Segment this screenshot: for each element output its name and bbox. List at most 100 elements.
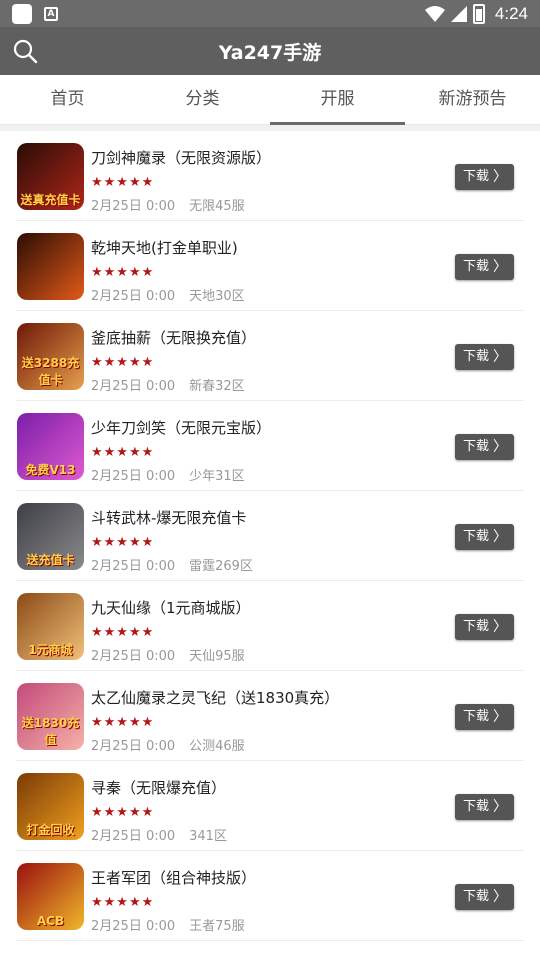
game-name: 刀剑神魔录（无限资源版）	[91, 149, 272, 167]
open-time: 2月25日 0:00	[91, 829, 176, 844]
open-time: 2月25日 0:00	[91, 199, 176, 214]
chevron-right-icon: 〉	[493, 529, 507, 545]
server-name: 天地30区	[189, 289, 245, 304]
game-icon: ACB	[17, 863, 84, 930]
game-icon: 送3288充值卡	[17, 323, 84, 390]
app-title: Ya247手游	[218, 41, 322, 64]
status-time: 4:24	[494, 3, 528, 23]
download-button[interactable]: 下载〉	[455, 344, 514, 370]
server-name: 雷霆269区	[189, 559, 253, 574]
download-label: 下载	[463, 349, 490, 364]
status-bar: A 4:24	[0, 0, 540, 27]
open-time: 2月25日 0:00	[91, 469, 176, 484]
rating-stars: ★★★★★	[91, 175, 155, 190]
tab-home[interactable]: 首页	[0, 75, 135, 124]
game-list: 送真充值卡 刀剑神魔录（无限资源版） ★★★★★ 2月25日 0:00 无限45服…	[0, 131, 540, 941]
chevron-right-icon: 〉	[493, 259, 507, 275]
server-name: 新春32区	[189, 379, 245, 394]
rating-stars: ★★★★★	[91, 445, 155, 460]
server-name: 王者75服	[189, 919, 245, 934]
server-name: 公测46服	[189, 739, 245, 754]
download-button[interactable]: 下载〉	[455, 614, 514, 640]
chevron-right-icon: 〉	[493, 169, 507, 185]
notification-icon	[12, 3, 32, 24]
wifi-icon	[424, 5, 445, 22]
game-icon	[17, 233, 84, 300]
download-button[interactable]: 下载〉	[455, 704, 514, 730]
game-meta: 2月25日 0:00 无限45服	[91, 195, 245, 214]
download-button[interactable]: 下载〉	[455, 884, 514, 910]
open-time: 2月25日 0:00	[91, 289, 176, 304]
signal-icon	[450, 5, 467, 22]
search-icon[interactable]	[12, 38, 38, 64]
game-icon-caption: 送3288充值卡	[21, 356, 80, 387]
game-list-item[interactable]: ACB 王者军团（组合神技版） ★★★★★ 2月25日 0:00 王者75服 下载…	[16, 851, 524, 941]
game-meta: 2月25日 0:00 少年31区	[91, 465, 245, 484]
game-list-item[interactable]: 免费V13 少年刀剑笑（无限元宝版） ★★★★★ 2月25日 0:00 少年31区…	[16, 401, 524, 491]
rating-stars: ★★★★★	[91, 895, 155, 910]
open-time: 2月25日 0:00	[91, 379, 176, 394]
download-button[interactable]: 下载〉	[455, 434, 514, 460]
game-list-item[interactable]: 1元商城 九天仙缘（1元商城版） ★★★★★ 2月25日 0:00 天仙95服 下…	[16, 581, 524, 671]
download-label: 下载	[463, 439, 490, 454]
game-name: 太乙仙魔录之灵飞纪（送1830真充）	[91, 689, 340, 707]
chevron-right-icon: 〉	[493, 619, 507, 635]
game-name: 乾坤天地(打金单职业)	[91, 239, 238, 257]
chevron-right-icon: 〉	[493, 349, 507, 365]
download-button[interactable]: 下载〉	[455, 254, 514, 280]
game-name: 少年刀剑笑（无限元宝版）	[91, 419, 272, 437]
download-button[interactable]: 下载〉	[455, 524, 514, 550]
open-time: 2月25日 0:00	[91, 649, 176, 664]
chevron-right-icon: 〉	[493, 889, 507, 905]
game-meta: 2月25日 0:00 王者75服	[91, 915, 245, 934]
download-button[interactable]: 下载〉	[455, 164, 514, 190]
game-list-item[interactable]: 送3288充值卡 釜底抽薪（无限换充值） ★★★★★ 2月25日 0:00 新春3…	[16, 311, 524, 401]
download-label: 下载	[463, 529, 490, 544]
game-icon: 送充值卡	[17, 503, 84, 570]
game-icon: 打金回收	[17, 773, 84, 840]
open-time: 2月25日 0:00	[91, 739, 176, 754]
tab-bar: 首页 分类 开服 新游预告	[0, 75, 540, 125]
game-name: 九天仙缘（1元商城版）	[91, 599, 251, 617]
game-list-item[interactable]: 送1830充值 太乙仙魔录之灵飞纪（送1830真充） ★★★★★ 2月25日 0…	[16, 671, 524, 761]
game-list-item[interactable]: 打金回收 寻秦（无限爆充值） ★★★★★ 2月25日 0:00 341区 下载〉	[16, 761, 524, 851]
rating-stars: ★★★★★	[91, 355, 155, 370]
game-meta: 2月25日 0:00 天仙95服	[91, 645, 245, 664]
download-label: 下载	[463, 259, 490, 274]
tab-new-game-preview[interactable]: 新游预告	[405, 75, 540, 124]
game-icon-caption: 送1830充值	[21, 716, 80, 747]
open-time: 2月25日 0:00	[91, 559, 176, 574]
chevron-right-icon: 〉	[493, 799, 507, 815]
game-list-item[interactable]: 乾坤天地(打金单职业) ★★★★★ 2月25日 0:00 天地30区 下载〉	[16, 221, 524, 311]
game-icon-caption: ACB	[36, 914, 65, 928]
game-list-item[interactable]: 送充值卡 斗转武林-爆无限充值卡 ★★★★★ 2月25日 0:00 雷霆269区 …	[16, 491, 524, 581]
tab-server-open[interactable]: 开服	[270, 75, 405, 125]
game-icon-caption: 免费V13	[25, 463, 76, 477]
rating-stars: ★★★★★	[91, 625, 155, 640]
app-bar: Ya247手游	[0, 27, 540, 75]
server-name: 天仙95服	[189, 649, 245, 664]
server-name: 341区	[189, 829, 227, 844]
notification-a-icon: A	[44, 6, 58, 21]
game-icon: 免费V13	[17, 413, 84, 480]
game-icon: 送真充值卡	[17, 143, 84, 210]
server-name: 少年31区	[189, 469, 245, 484]
game-meta: 2月25日 0:00 341区	[91, 825, 227, 844]
download-label: 下载	[463, 619, 490, 634]
game-icon-caption: 1元商城	[28, 643, 73, 657]
rating-stars: ★★★★★	[91, 535, 155, 550]
game-name: 寻秦（无限爆充值）	[91, 779, 227, 797]
tab-category[interactable]: 分类	[135, 75, 270, 124]
game-meta: 2月25日 0:00 雷霆269区	[91, 555, 253, 574]
rating-stars: ★★★★★	[91, 805, 155, 820]
download-label: 下载	[463, 169, 490, 184]
download-button[interactable]: 下载〉	[455, 794, 514, 820]
game-icon: 送1830充值	[17, 683, 84, 750]
game-icon-caption: 打金回收	[26, 823, 75, 837]
open-time: 2月25日 0:00	[91, 919, 176, 934]
download-label: 下载	[463, 799, 490, 814]
download-label: 下载	[463, 709, 490, 724]
rating-stars: ★★★★★	[91, 715, 155, 730]
game-name: 斗转武林-爆无限充值卡	[91, 509, 247, 527]
game-list-item[interactable]: 送真充值卡 刀剑神魔录（无限资源版） ★★★★★ 2月25日 0:00 无限45服…	[16, 131, 524, 221]
